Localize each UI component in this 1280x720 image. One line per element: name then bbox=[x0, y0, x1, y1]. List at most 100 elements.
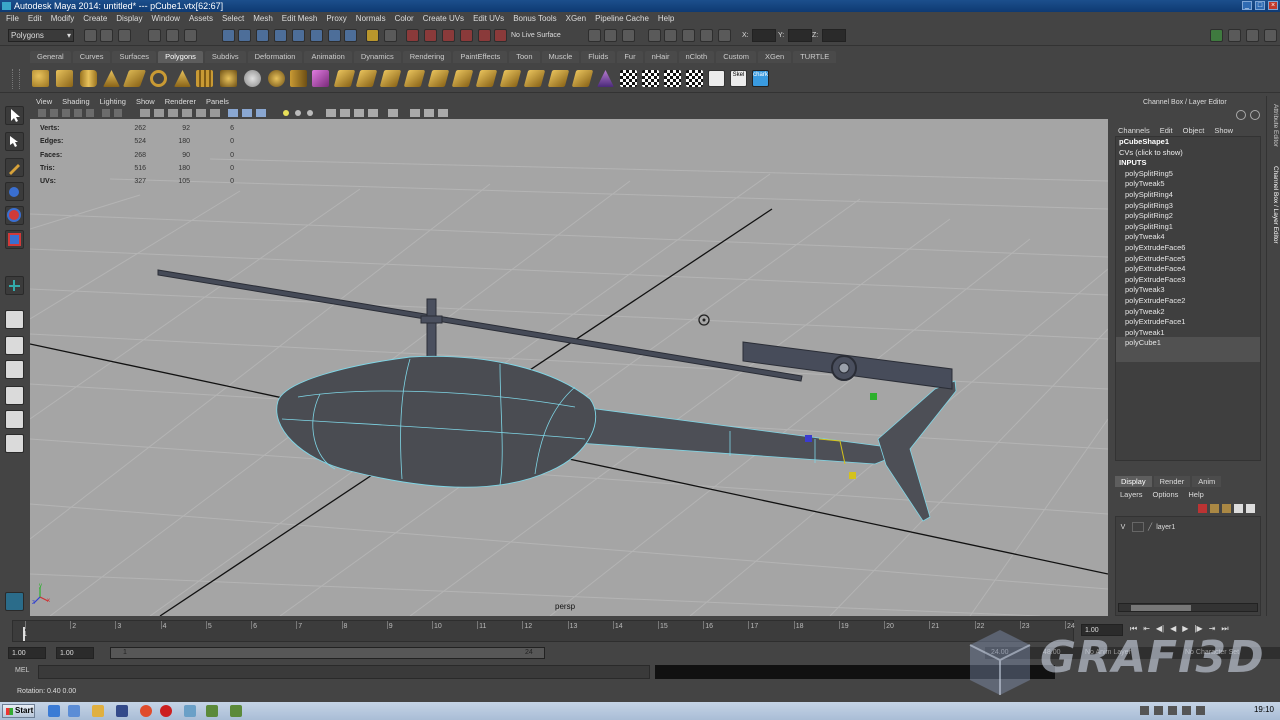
folder-icon[interactable] bbox=[92, 705, 104, 717]
shelf-tab-deformation[interactable]: Deformation bbox=[247, 51, 303, 63]
viewport-menu-show[interactable]: Show bbox=[136, 96, 155, 107]
x-field[interactable] bbox=[752, 29, 776, 42]
toggle-channel-icon[interactable] bbox=[1264, 29, 1277, 42]
rotate-tool-icon[interactable] bbox=[5, 206, 24, 225]
input-node-item[interactable]: polyTweak3 bbox=[1116, 285, 1260, 296]
persp-outliner-layout-icon[interactable] bbox=[5, 360, 24, 379]
menu-help[interactable]: Help bbox=[658, 12, 674, 26]
input-node-item[interactable]: polyCube1 bbox=[1116, 338, 1260, 349]
append-polygon-icon[interactable] bbox=[379, 70, 402, 87]
highlight-icon[interactable] bbox=[384, 29, 397, 42]
toggle-panel-icon[interactable] bbox=[1210, 29, 1223, 42]
scene-canvas[interactable] bbox=[30, 119, 1108, 616]
mirror-icon[interactable] bbox=[571, 70, 594, 87]
viewport-menu-view[interactable]: View bbox=[36, 96, 52, 107]
layer-options-icon[interactable] bbox=[1246, 504, 1255, 513]
menu-normals[interactable]: Normals bbox=[356, 12, 386, 26]
merge-icon[interactable] bbox=[475, 70, 498, 87]
input-node-item[interactable]: polyTweak2 bbox=[1116, 307, 1260, 318]
z-field[interactable] bbox=[822, 29, 846, 42]
input-node-item[interactable]: polySplitRing2 bbox=[1116, 211, 1260, 222]
playback-start-field[interactable]: 1.00 bbox=[56, 647, 94, 659]
menu-pipeline-cache[interactable]: Pipeline Cache bbox=[595, 12, 649, 26]
poly-soccer-icon[interactable] bbox=[268, 70, 285, 87]
ipr-render-icon[interactable] bbox=[442, 29, 455, 42]
play-forwards-icon[interactable]: ▶ bbox=[1182, 624, 1188, 634]
last-tool-icon[interactable] bbox=[5, 276, 24, 295]
relative-mode-icon[interactable] bbox=[664, 29, 677, 42]
toggle-attr-icon[interactable] bbox=[1228, 29, 1241, 42]
modeling-toolkit-icon[interactable] bbox=[5, 592, 24, 611]
input-node-item[interactable]: polyTweak4 bbox=[1116, 232, 1260, 243]
step-back-key-icon[interactable]: ⇤ bbox=[1143, 624, 1150, 634]
shelf-tab-fur[interactable]: Fur bbox=[617, 51, 643, 63]
select-tool-icon[interactable] bbox=[5, 106, 24, 125]
sphere-select-icon[interactable] bbox=[244, 70, 261, 87]
explorer-icon[interactable] bbox=[68, 705, 80, 717]
uv-planar-icon[interactable] bbox=[642, 70, 659, 87]
persp-graph-layout-icon[interactable] bbox=[5, 386, 24, 405]
app-icon[interactable] bbox=[184, 705, 196, 717]
open-scene-icon[interactable] bbox=[100, 29, 113, 42]
shelf-tab-subdivs[interactable]: Subdivs bbox=[204, 51, 246, 63]
history-icon[interactable] bbox=[310, 29, 323, 42]
shelf-tab-curves[interactable]: Curves bbox=[72, 51, 111, 63]
lock-icon[interactable] bbox=[366, 29, 379, 42]
menu-assets[interactable]: Assets bbox=[189, 12, 213, 26]
poly-cylinder-icon[interactable] bbox=[80, 70, 97, 87]
live-surface-icon[interactable] bbox=[494, 29, 507, 42]
start-button[interactable]: Start bbox=[2, 704, 35, 718]
y-field[interactable] bbox=[788, 29, 812, 42]
cb-menu-show[interactable]: Show bbox=[1214, 126, 1233, 135]
layer-scrollbar[interactable] bbox=[1118, 603, 1258, 612]
menu-create[interactable]: Create bbox=[83, 12, 107, 26]
animation-start-field[interactable]: 1.00 bbox=[8, 647, 46, 659]
layer-name[interactable]: layer1 bbox=[1156, 524, 1175, 531]
poly-cone-icon[interactable] bbox=[103, 70, 120, 87]
input-node-item[interactable]: polySplitRing1 bbox=[1116, 222, 1260, 233]
viewport-menu-panels[interactable]: Panels bbox=[206, 96, 229, 107]
scale-tool-icon[interactable] bbox=[5, 230, 24, 249]
move-up-layer-icon[interactable] bbox=[1222, 504, 1231, 513]
menu-color[interactable]: Color bbox=[395, 12, 414, 26]
layer-menu-options[interactable]: Options bbox=[1153, 490, 1179, 499]
shelf-tab-toon[interactable]: Toon bbox=[509, 51, 540, 63]
menu-select[interactable]: Select bbox=[222, 12, 244, 26]
cvs-toggle[interactable]: CVs (click to show) bbox=[1116, 148, 1260, 159]
lasso-tool-icon[interactable] bbox=[5, 132, 24, 151]
poly-helix-icon[interactable] bbox=[220, 70, 237, 87]
selection-mode-icon[interactable] bbox=[682, 29, 695, 42]
input-node-item[interactable]: polyExtrudeFace4 bbox=[1116, 264, 1260, 275]
toggle-cb-icon[interactable] bbox=[1250, 110, 1260, 120]
input-node-item[interactable]: polyExtrudeFace6 bbox=[1116, 243, 1260, 254]
shelf-tab-general[interactable]: General bbox=[30, 51, 71, 63]
menu-xgen[interactable]: XGen bbox=[566, 12, 586, 26]
input-node-item[interactable]: polyTweak1 bbox=[1116, 328, 1260, 339]
poly-sphere-icon[interactable] bbox=[32, 70, 49, 87]
inputs-icon[interactable] bbox=[328, 29, 341, 42]
poly-prism-icon[interactable] bbox=[174, 70, 191, 87]
render-settings-icon[interactable] bbox=[460, 29, 473, 42]
render-frame-icon[interactable] bbox=[424, 29, 437, 42]
offset-edge-loop-icon[interactable] bbox=[451, 70, 474, 87]
time-slider-track[interactable]: 2 3 4 5 6 7 8 9 10 11 12 13 14 15 16 17 18 19 20 21 22 23 24 1 bbox=[12, 620, 1075, 642]
show-hide-tool-settings-icon[interactable] bbox=[604, 29, 617, 42]
input-node-item[interactable]: polyExtrudeFace5 bbox=[1116, 254, 1260, 265]
layer-color-swatch-icon[interactable]: ╱ bbox=[1148, 523, 1152, 531]
uv-spherical-icon[interactable] bbox=[686, 70, 703, 87]
select-component-icon[interactable] bbox=[184, 29, 197, 42]
mel-input[interactable] bbox=[38, 665, 650, 679]
new-scene-icon[interactable] bbox=[84, 29, 97, 42]
show-hide-channel-box-icon[interactable] bbox=[622, 29, 635, 42]
step-forward-frame-icon[interactable]: |▶ bbox=[1194, 624, 1202, 634]
snap-plane-icon[interactable] bbox=[274, 29, 287, 42]
shelf-tab-muscle[interactable]: Muscle bbox=[541, 51, 580, 63]
tray-icon[interactable] bbox=[1154, 706, 1163, 715]
input-node-item[interactable]: polySplitRing4 bbox=[1116, 190, 1260, 201]
help-query-icon[interactable] bbox=[344, 29, 357, 42]
menu-file[interactable]: File bbox=[6, 12, 19, 26]
outliner-layout-icon[interactable] bbox=[5, 434, 24, 453]
select-hierarchy-icon[interactable] bbox=[148, 29, 161, 42]
toggle-tool-icon[interactable] bbox=[1246, 29, 1259, 42]
close-button[interactable]: × bbox=[1268, 1, 1278, 10]
